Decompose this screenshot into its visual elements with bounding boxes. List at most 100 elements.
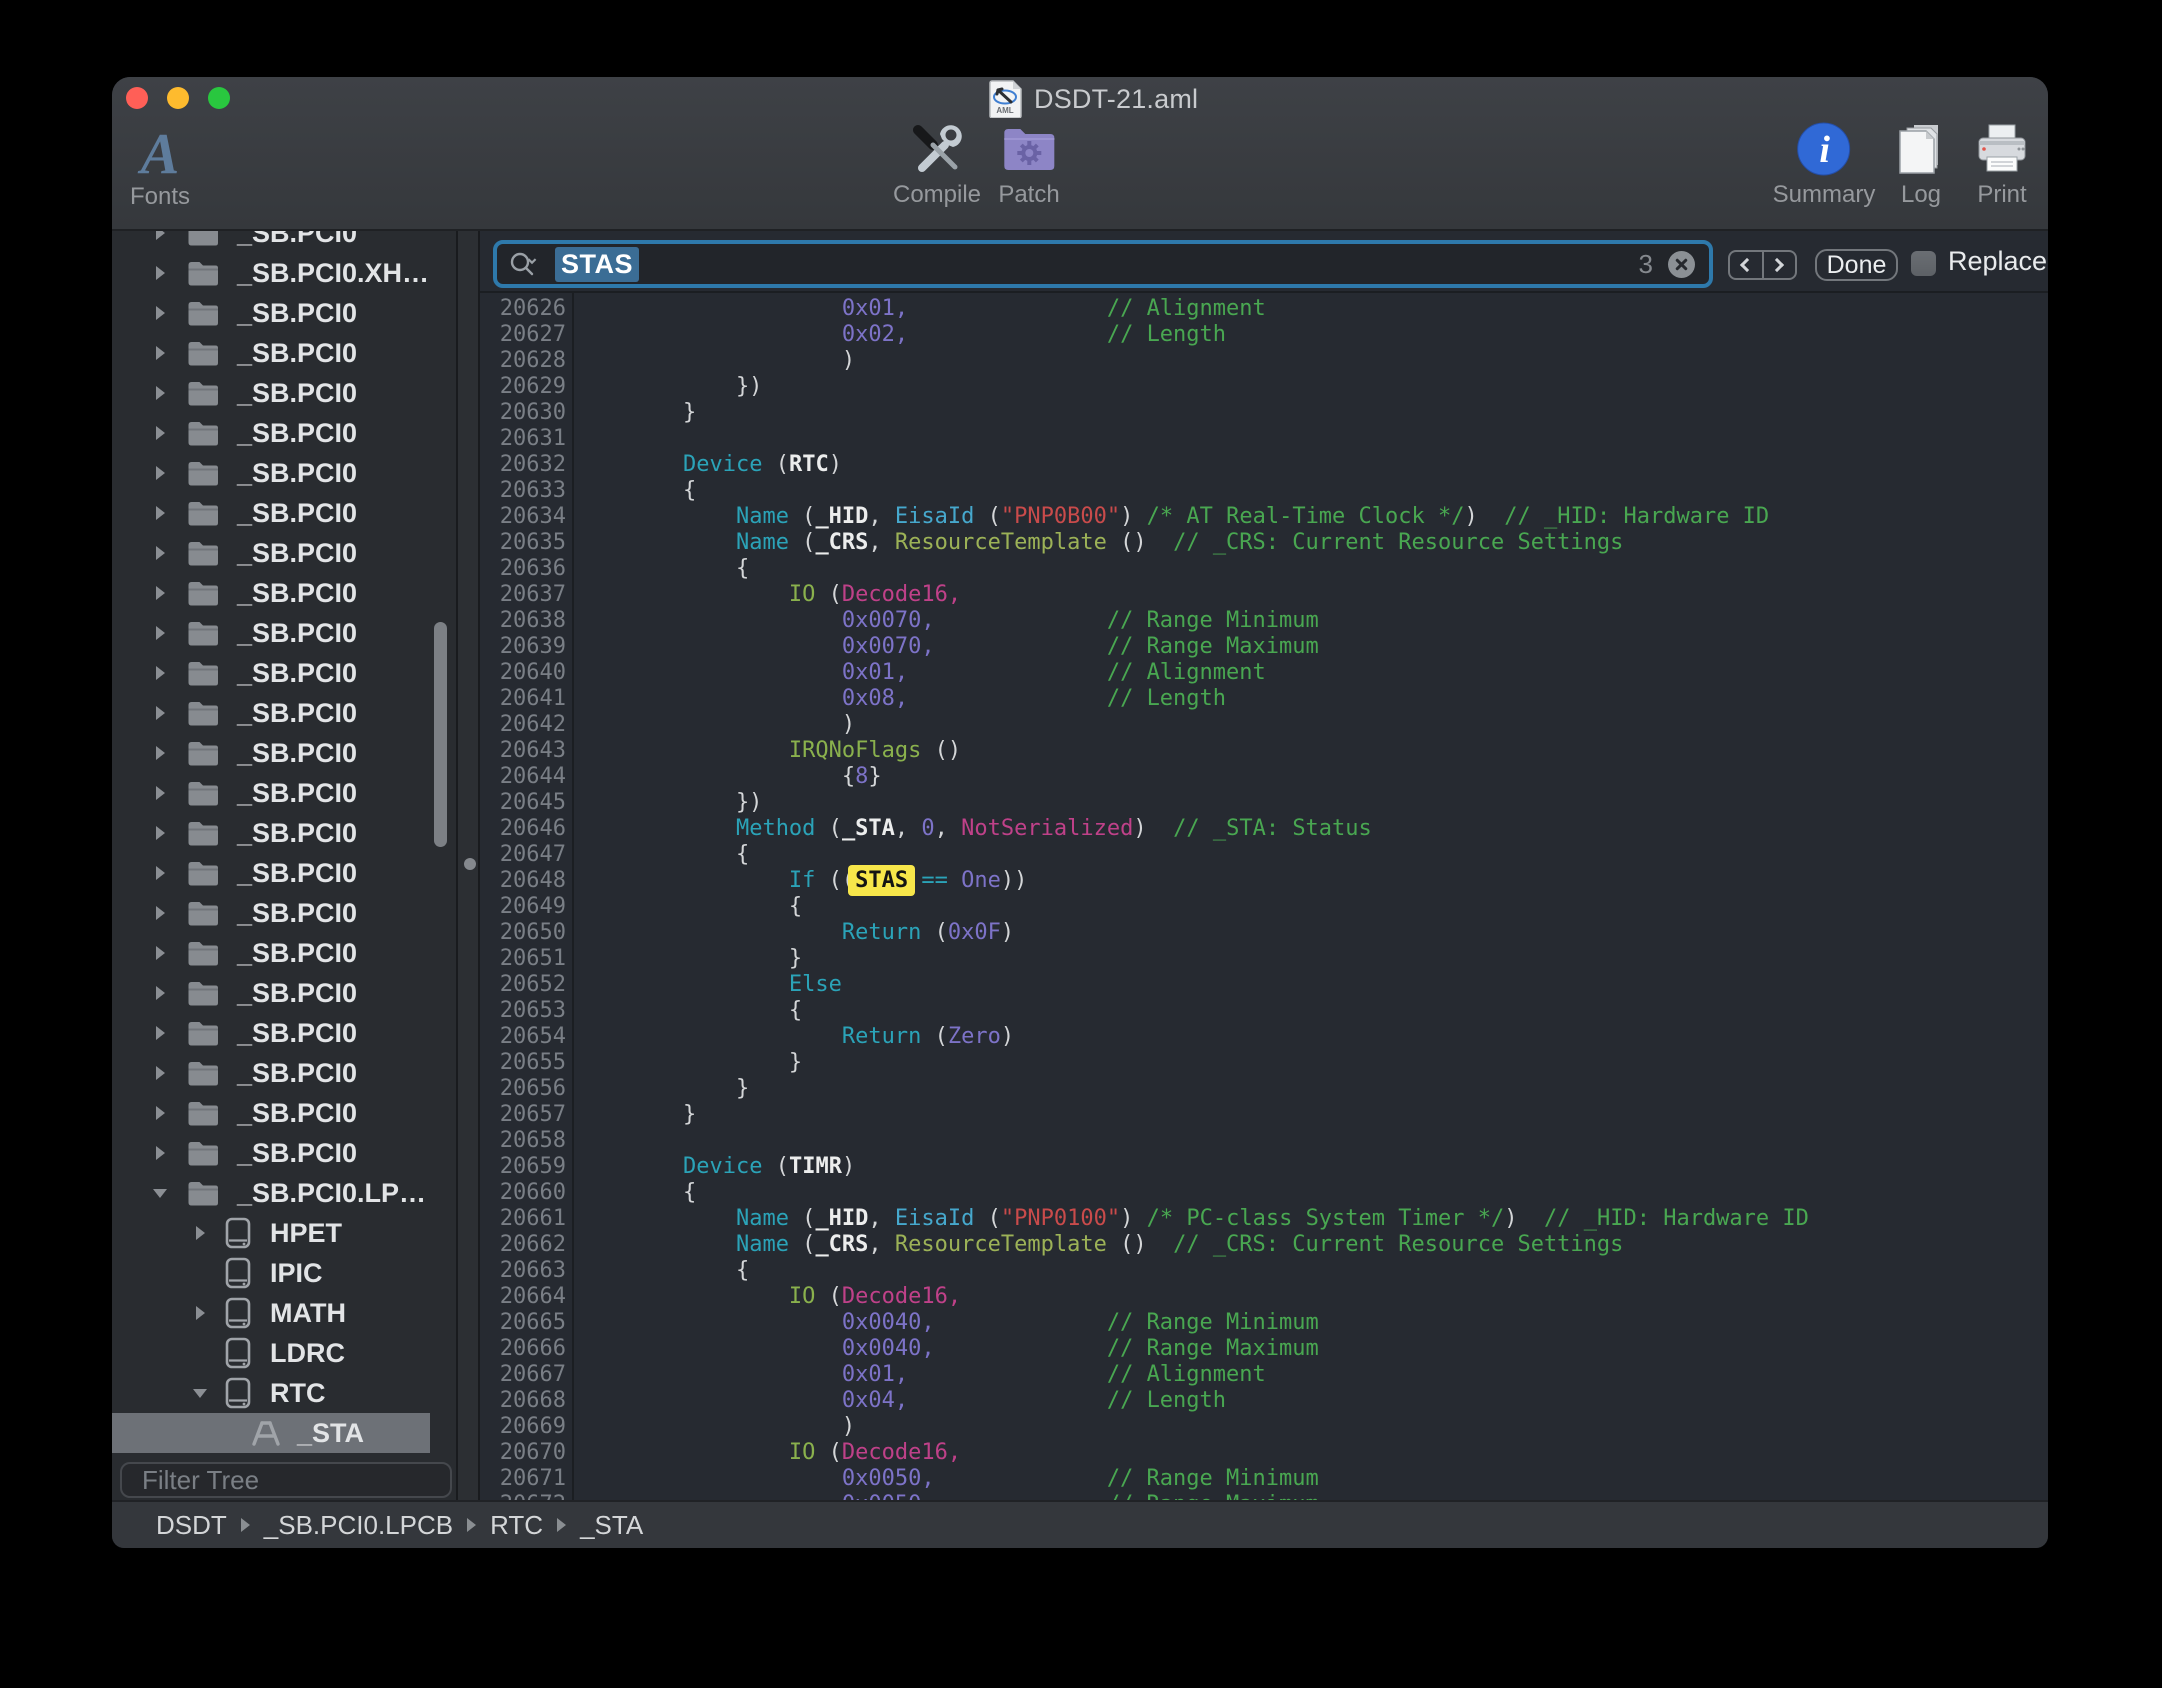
tree-row-_sb-pci0[interactable]: _SB.PCI0 <box>112 493 456 533</box>
toolbar-item-summary[interactable]: i Summary <box>1773 121 1876 209</box>
disclosure-down-icon[interactable] <box>152 1185 168 1201</box>
tree-row-_sb-pci0[interactable]: _SB.PCI0 <box>112 413 456 453</box>
log-pages-icon <box>1893 121 1949 177</box>
toolbar-item-print[interactable]: Print <box>1974 121 2030 209</box>
pane-splitter[interactable] <box>456 231 480 1500</box>
line-number: 20650 <box>480 920 566 946</box>
tree-row-_sb-pci0[interactable]: _SB.PCI0 <box>112 653 456 693</box>
line-number: 20664 <box>480 1284 566 1310</box>
tree-row-_sb-pci0[interactable]: _SB.PCI0 <box>112 1093 456 1133</box>
tree-row-_sb-pci0[interactable]: _SB.PCI0 <box>112 973 456 1013</box>
breadcrumb-item: _SB.PCI0.LPCB <box>264 1510 453 1541</box>
tree-row-_sb-pci0[interactable]: _SB.PCI0 <box>112 533 456 573</box>
code-editor[interactable]: 20626 0x01, // Alignment20627 0x02, // L… <box>480 293 2048 1500</box>
disclosure-right-icon[interactable] <box>152 545 168 561</box>
disclosure-right-icon[interactable] <box>192 1225 208 1241</box>
tree-row-_sb-pci0[interactable]: _SB.PCI0 <box>112 373 456 413</box>
disclosure-down-icon[interactable] <box>192 1385 208 1401</box>
tree-row-ipic[interactable]: IPIC <box>112 1253 456 1293</box>
disclosure-right-icon[interactable] <box>152 505 168 521</box>
editor-pane: STAS 3 Done Replace 20626 0x01, // <box>480 231 2048 1500</box>
disclosure-right-icon[interactable] <box>152 1065 168 1081</box>
disclosure-right-icon[interactable] <box>152 1025 168 1041</box>
tree-row-ldrc[interactable]: LDRC <box>112 1333 456 1373</box>
disclosure-right-icon[interactable] <box>152 865 168 881</box>
tree-row-_sb-pci0[interactable]: _SB.PCI0 <box>112 1053 456 1093</box>
disclosure-right-icon[interactable] <box>152 1145 168 1161</box>
tree-row-math[interactable]: MATH <box>112 1293 456 1333</box>
line-number: 20644 <box>480 764 566 790</box>
disclosure-right-icon[interactable] <box>152 985 168 1001</box>
tree-row-_sb-pci0[interactable]: _SB.PCI0 <box>112 733 456 773</box>
filter-tree-field[interactable] <box>120 1462 452 1498</box>
disclosure-right-icon[interactable] <box>152 785 168 801</box>
find-previous-button[interactable] <box>1730 252 1764 278</box>
disclosure-right-icon[interactable] <box>152 425 168 441</box>
disclosure-right-icon[interactable] <box>152 231 168 241</box>
disclosure-right-icon[interactable] <box>152 345 168 361</box>
tree-row-_sb-pci0-lp-[interactable]: _SB.PCI0.LP… <box>112 1173 456 1213</box>
tree-row-_sb-pci0[interactable]: _SB.PCI0 <box>112 933 456 973</box>
disclosure-right-icon[interactable] <box>152 705 168 721</box>
gutter-divider <box>572 293 574 1500</box>
disclosure-right-icon[interactable] <box>152 745 168 761</box>
zoom-button[interactable] <box>208 87 230 109</box>
breadcrumb-separator-icon <box>557 1518 566 1532</box>
done-button[interactable]: Done <box>1815 249 1898 281</box>
minimize-button[interactable] <box>167 87 189 109</box>
disclosure-right-icon[interactable] <box>152 945 168 961</box>
tree-row-_sb-pci0-xh-[interactable]: _SB.PCI0.XH… <box>112 253 456 293</box>
disclosure-right-icon[interactable] <box>152 665 168 681</box>
navigator-tree[interactable]: _SB.PCI0_SB.PCI0.XH…_SB.PCI0_SB.PCI0_SB.… <box>112 231 456 1458</box>
clear-search-button[interactable] <box>1668 251 1695 278</box>
folder-icon <box>187 1137 219 1169</box>
tree-label: _SB.PCI0 <box>237 817 357 849</box>
toolbar-item-compile[interactable]: Compile <box>893 121 981 209</box>
code-line: Else <box>577 972 842 998</box>
find-next-button[interactable] <box>1764 252 1796 278</box>
splitter-handle[interactable] <box>464 858 476 870</box>
disclosure-right-icon[interactable] <box>152 1105 168 1121</box>
tree-row-_sb-pci0[interactable]: _SB.PCI0 <box>112 293 456 333</box>
toolbar-item-patch[interactable]: Patch <box>998 121 1059 209</box>
tree-row-_sb-pci0[interactable]: _SB.PCI0 <box>112 813 456 853</box>
tree-row-hpet[interactable]: HPET <box>112 1213 456 1253</box>
toolbar-item-log[interactable]: Log <box>1893 121 1949 209</box>
search-field[interactable]: STAS 3 <box>493 240 1713 288</box>
disclosure-right-icon[interactable] <box>152 585 168 601</box>
tree-row-_sb-pci0[interactable]: _SB.PCI0 <box>112 893 456 933</box>
toolbar-item-fonts[interactable]: A Fonts <box>130 129 190 211</box>
tree-row-_sb-pci0[interactable]: _SB.PCI0 <box>112 1013 456 1053</box>
maciasl-window: AML DSDT-21.aml A Fonts Compile <box>112 77 2048 1548</box>
tree-row-_sb-pci0[interactable]: _SB.PCI0 <box>112 613 456 653</box>
tree-row-_sb-pci0[interactable]: _SB.PCI0 <box>112 231 456 253</box>
tree-row-_sb-pci0[interactable]: _SB.PCI0 <box>112 1133 456 1173</box>
close-button[interactable] <box>126 87 148 109</box>
disclosure-right-icon[interactable] <box>152 385 168 401</box>
fonts-icon: A <box>132 129 188 179</box>
disclosure-right-icon[interactable] <box>192 1305 208 1321</box>
line-number: 20638 <box>480 608 566 634</box>
line-number: 20643 <box>480 738 566 764</box>
disclosure-right-icon[interactable] <box>152 625 168 641</box>
sidebar-scrollbar-thumb[interactable] <box>434 622 447 847</box>
toolbar-label: Summary <box>1773 181 1876 209</box>
disclosure-right-icon[interactable] <box>152 265 168 281</box>
tree-row-_sb-pci0[interactable]: _SB.PCI0 <box>112 453 456 493</box>
replace-checkbox[interactable] <box>1911 251 1936 276</box>
disclosure-right-icon[interactable] <box>152 905 168 921</box>
tree-row-_sb-pci0[interactable]: _SB.PCI0 <box>112 693 456 733</box>
search-query-text[interactable]: STAS <box>555 247 639 282</box>
tree-row-_sb-pci0[interactable]: _SB.PCI0 <box>112 333 456 373</box>
tree-row-_sb-pci0[interactable]: _SB.PCI0 <box>112 853 456 893</box>
tree-row-rtc[interactable]: RTC <box>112 1373 456 1413</box>
line-number: 20642 <box>480 712 566 738</box>
tree-row-_sb-pci0[interactable]: _SB.PCI0 <box>112 573 456 613</box>
search-menu-icon[interactable] <box>509 251 543 277</box>
disclosure-right-icon[interactable] <box>152 305 168 321</box>
disclosure-right-icon[interactable] <box>152 465 168 481</box>
filter-tree-input[interactable] <box>140 1464 456 1497</box>
tree-row-_sb-pci0[interactable]: _SB.PCI0 <box>112 773 456 813</box>
tree-row-_sta[interactable]: _STA <box>112 1413 456 1453</box>
disclosure-right-icon[interactable] <box>152 825 168 841</box>
